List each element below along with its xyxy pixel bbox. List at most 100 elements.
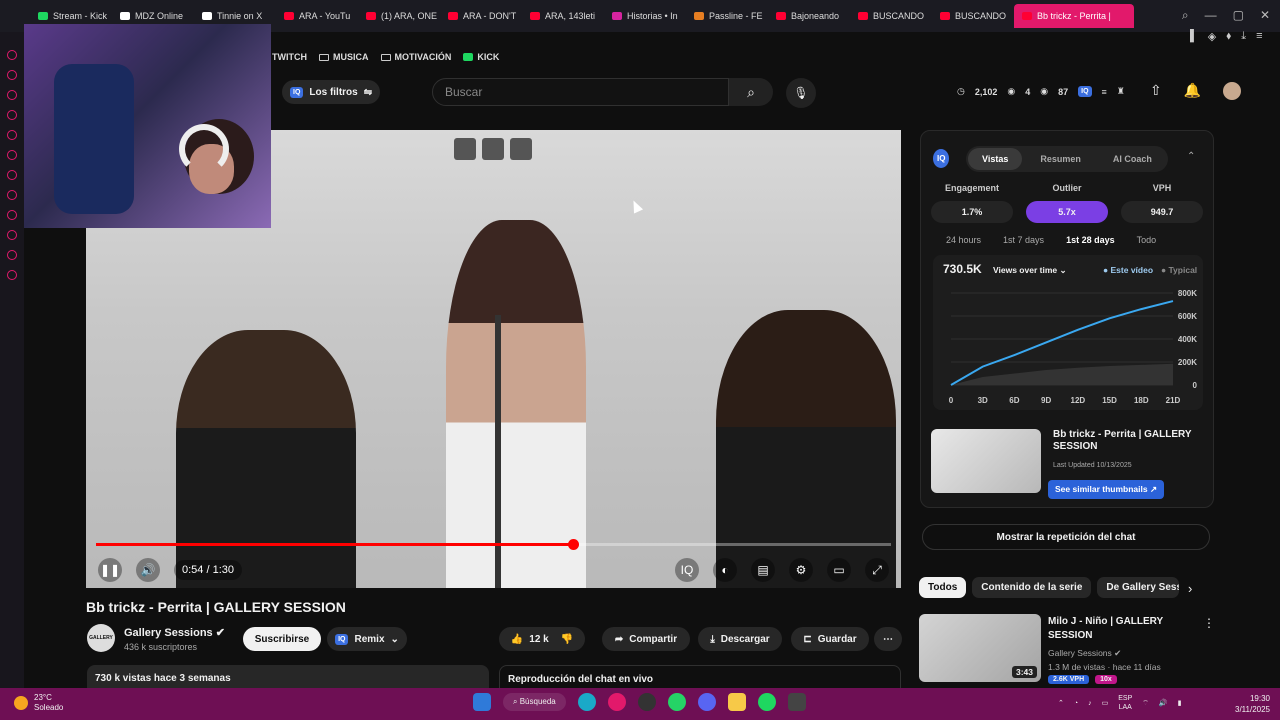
channel-avatar[interactable]: GALLERY (87, 624, 115, 652)
display-icon[interactable]: ▭ (1102, 699, 1109, 707)
tab-resumen[interactable]: Resumen (1026, 148, 1095, 170)
tab-vistas[interactable]: Vistas (968, 148, 1023, 170)
upload-icon[interactable]: ⇧ (1150, 82, 1162, 100)
chip-serie[interactable]: Contenido de la serie (972, 577, 1092, 598)
trophy-icon[interactable]: ♜ (1117, 86, 1125, 97)
bookmark-motivacion[interactable]: MOTIVACIÓN (380, 52, 451, 62)
recommended-thumbnail[interactable]: 3:43 (919, 614, 1041, 682)
sidebar-icon[interactable] (7, 70, 17, 80)
chip-todos[interactable]: Todos (919, 577, 967, 598)
browser-tab[interactable]: BUSCANDO (932, 4, 1014, 28)
minimize-icon[interactable]: — (1205, 8, 1217, 23)
close-icon[interactable]: ✕ (1260, 8, 1270, 23)
download-button[interactable]: ⤓ Descargar (698, 627, 782, 651)
chat-replay-box[interactable]: Reproducción del chat en vivo (499, 665, 901, 688)
more-vert-icon[interactable]: ⋮ (1203, 616, 1215, 630)
channel-name[interactable]: Gallery Sessions ✔ (124, 626, 225, 639)
recommended-title[interactable]: Milo J - Niño | GALLERY SESSION (1048, 615, 1188, 643)
vidiq-player-icon[interactable]: IQ (675, 558, 699, 582)
tab-ai-coach[interactable]: AI Coach (1099, 148, 1166, 170)
chevron-up-icon[interactable]: ⌃ (1058, 699, 1064, 707)
progress-handle[interactable] (568, 539, 579, 550)
windows-start-icon[interactable] (473, 693, 491, 711)
bookmark-icon[interactable]: ▌ (1190, 30, 1198, 43)
bell-icon[interactable]: 🔔 (1184, 82, 1201, 100)
more-actions-button[interactable]: ⋯ (874, 627, 902, 651)
enter-icon[interactable] (482, 138, 504, 160)
sidebar-icon[interactable] (7, 210, 17, 220)
spotify-icon[interactable] (757, 693, 776, 711)
browser-tab[interactable]: ARA - YouTu (276, 4, 358, 28)
subtitles-icon[interactable]: ▤ (751, 558, 775, 582)
popout-icon[interactable] (454, 138, 476, 160)
skip-icon[interactable] (510, 138, 532, 160)
language-indicator[interactable]: ESP LAA (1118, 694, 1132, 712)
settings-icon[interactable]: ⚙ (789, 558, 813, 582)
chip-gallery[interactable]: De Gallery Sess (1097, 577, 1180, 598)
sidebar-icon[interactable] (7, 50, 17, 60)
pause-button[interactable]: ❚❚ (98, 558, 122, 582)
discord-icon[interactable] (697, 693, 716, 711)
taskbar-search[interactable]: ⌕ Búsqueda (503, 693, 566, 711)
share-button[interactable]: ➦ Compartir (602, 627, 690, 651)
browser-tab[interactable]: Historias • In (604, 4, 686, 28)
folder-icon[interactable] (727, 693, 746, 711)
subscribe-button[interactable]: Suscribirse (243, 627, 321, 651)
browser-tab[interactable]: Passline - FE (686, 4, 768, 28)
browser-tab[interactable]: (1) ARA, ONE (358, 4, 440, 28)
avatar[interactable] (1223, 82, 1242, 100)
range-all[interactable]: Todo (1137, 235, 1157, 245)
wifi-icon[interactable]: ⌔ (1142, 699, 1149, 708)
maximize-icon[interactable]: ▢ (1233, 8, 1244, 23)
like-button[interactable]: 👍 12 k 👎 (499, 627, 585, 651)
sidebar-icon[interactable] (7, 110, 17, 120)
search-icon[interactable]: ⌕ (1182, 8, 1189, 23)
sidebar-icon[interactable] (7, 190, 17, 200)
similar-thumbnails-button[interactable]: See similar thumbnails ↗ (1048, 480, 1165, 499)
fullscreen-icon[interactable]: ⤢ (865, 558, 889, 582)
sidebar-icon[interactable] (7, 250, 17, 260)
chrome-icon[interactable] (637, 693, 656, 711)
sidebar-icon[interactable] (7, 130, 17, 140)
search-input[interactable]: Buscar (432, 78, 729, 106)
opera-gx-icon[interactable] (607, 693, 626, 711)
tag-icon[interactable]: ⬧ (1226, 30, 1231, 43)
filters-button[interactable]: IQ Los filtros ⇋ (282, 80, 381, 104)
download-icon[interactable]: ⤓ (1241, 30, 1246, 43)
browser-tab[interactable]: ARA, 143leti (522, 4, 604, 28)
browser-tab[interactable]: BUSCANDO (850, 4, 932, 28)
chevron-up-icon[interactable]: ⌃ (1187, 151, 1195, 162)
weather-widget[interactable]: 23°C Soleado (14, 693, 63, 713)
sidebar-icon[interactable] (7, 230, 17, 240)
range-7d[interactable]: 1st 7 days (1003, 235, 1044, 245)
progress-bar[interactable] (96, 539, 891, 550)
bookmark-twitch[interactable]: TWITCH (272, 52, 307, 62)
browser-tab[interactable]: ARA - DON'T (440, 4, 522, 28)
save-button[interactable]: ⊏ Guardar (791, 627, 869, 651)
edge-icon[interactable] (577, 693, 596, 711)
thumbnail-preview[interactable] (931, 429, 1041, 493)
range-24h[interactable]: 24 hours (946, 235, 981, 245)
theater-icon[interactable]: ▭ (827, 558, 851, 582)
search-button[interactable]: ⌕ (729, 78, 773, 106)
sidebar-icon[interactable] (7, 150, 17, 160)
voice-search-button[interactable]: 🎙 (786, 78, 816, 108)
whatsapp-icon[interactable] (667, 693, 686, 711)
autoplay-toggle[interactable]: ◐ (713, 558, 737, 582)
browser-tab[interactable]: Bajoneando (768, 4, 850, 28)
clock[interactable]: 19:30 3/11/2025 (1226, 693, 1270, 715)
mic-icon[interactable]: ♪ (1088, 700, 1092, 707)
browser-tab[interactable]: Bb trickz - Perrita | (1014, 4, 1134, 28)
obs-icon[interactable] (787, 693, 806, 711)
sidebar-icon[interactable] (7, 270, 17, 280)
sidebar-icon[interactable] (7, 90, 17, 100)
volume-button[interactable]: 🔊 (136, 558, 160, 582)
battery-icon[interactable]: ▮ (1178, 699, 1182, 707)
remix-button[interactable]: IQ Remix ⌄ (327, 627, 407, 651)
sidebar-icon[interactable] (7, 170, 17, 180)
extension-icon[interactable]: ◈ (1208, 30, 1216, 43)
vidiq-icon[interactable]: IQ (1078, 86, 1092, 97)
menu-icon[interactable]: ≡ (1256, 30, 1262, 43)
thumbs-down-icon[interactable]: 👎 (561, 634, 573, 645)
chevron-right-icon[interactable]: › (1188, 581, 1192, 596)
